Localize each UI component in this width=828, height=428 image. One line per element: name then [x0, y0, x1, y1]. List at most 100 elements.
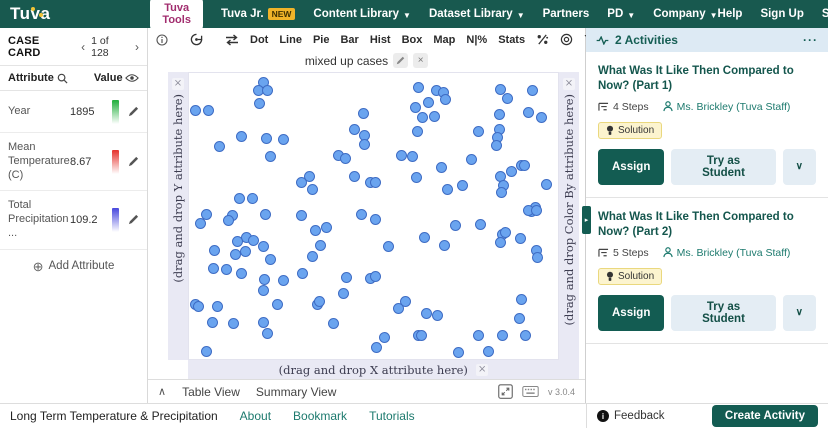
scatter-point[interactable] [349, 170, 361, 182]
scatter-point[interactable] [500, 226, 512, 238]
scatter-point[interactable] [378, 331, 390, 343]
author-link[interactable]: Ms. Brickley (Tuva Staff) [677, 101, 791, 113]
scatter-point[interactable] [307, 183, 319, 195]
scatter-point[interactable] [253, 97, 265, 109]
scatter-point[interactable] [227, 317, 239, 329]
scatter-point[interactable] [246, 192, 258, 204]
nav-item-content-library[interactable]: Content Library ▼ [313, 8, 411, 20]
nav-item-tuva-jr[interactable]: Tuva Jr. NEW [221, 8, 296, 20]
attribute-row-total-precipitation[interactable]: Total Precipitation ... 109.2 [0, 191, 147, 250]
scatter-point[interactable] [297, 268, 309, 280]
prev-case-button[interactable]: ‹ [81, 41, 85, 53]
stats-button[interactable]: Stats [498, 34, 525, 46]
scatter-point[interactable] [431, 309, 443, 321]
attribute-row-year[interactable]: Year 1895 [0, 91, 147, 133]
feedback-button[interactable]: i Feedback [597, 410, 665, 422]
scatter-point[interactable] [192, 300, 204, 312]
chart-type-hist[interactable]: Hist [370, 34, 391, 46]
scatter-point[interactable] [475, 218, 487, 230]
scatter-point[interactable] [515, 232, 527, 244]
scatter-point[interactable] [340, 152, 352, 164]
scatter-point[interactable] [358, 107, 370, 119]
scatter-point[interactable] [220, 263, 232, 275]
scatter-point[interactable] [264, 150, 276, 162]
target-circles-icon[interactable] [560, 33, 573, 46]
scatter-point[interactable] [527, 84, 539, 96]
scatter-point[interactable] [473, 329, 485, 341]
chart-type-line[interactable]: Line [279, 34, 302, 46]
scatter-point[interactable] [410, 171, 422, 183]
scatter-point[interactable] [296, 209, 308, 221]
scatter-point[interactable] [536, 111, 548, 123]
scatter-point[interactable] [233, 192, 245, 204]
color-by-drop-zone[interactable]: × (drag and drop Color By attribute here… [559, 72, 579, 360]
clear-title-close-icon[interactable]: × [413, 53, 429, 68]
scatter-point[interactable] [200, 345, 212, 357]
activity-title[interactable]: What Was It Like Then Compared to Now? (… [598, 64, 816, 94]
scatter-point[interactable] [495, 236, 507, 248]
scatter-point[interactable] [411, 125, 423, 137]
scatter-point[interactable] [491, 139, 503, 151]
scatter-point[interactable] [202, 104, 214, 116]
next-case-button[interactable]: › [135, 41, 139, 53]
chart-type-bar[interactable]: Bar [340, 34, 358, 46]
x-axis-drop-zone[interactable]: (drag and drop X attribute here) × [188, 360, 579, 379]
info-icon[interactable] [156, 33, 168, 46]
scatter-point[interactable] [207, 262, 219, 274]
tuva-tools-button[interactable]: Tuva Tools [150, 0, 203, 30]
scatter-point[interactable] [531, 204, 543, 216]
scatter-point[interactable] [259, 208, 271, 220]
edit-title-pencil-icon[interactable] [393, 53, 409, 68]
scatter-point[interactable] [206, 316, 218, 328]
keyboard-icon[interactable] [522, 386, 539, 397]
activities-menu-ellipsis-icon[interactable]: ··· [803, 33, 818, 47]
scatter-point[interactable] [231, 235, 243, 247]
author-link[interactable]: Ms. Brickley (Tuva Staff) [677, 247, 791, 259]
scatter-point[interactable] [532, 251, 544, 263]
sign-in-link[interactable]: Sign In [822, 8, 828, 20]
scatter-point[interactable] [321, 221, 333, 233]
scatter-point[interactable] [494, 108, 506, 120]
try-as-student-button[interactable]: Try as Student [671, 294, 776, 331]
scatter-point[interactable] [258, 273, 270, 285]
scatter-point[interactable] [208, 244, 220, 256]
scatter-point[interactable] [356, 208, 368, 220]
scatter-point[interactable] [452, 346, 464, 358]
scatter-point[interactable] [435, 161, 447, 173]
scatter-point[interactable] [213, 140, 225, 152]
scatter-point[interactable] [315, 239, 327, 251]
scatter-point[interactable] [260, 132, 272, 144]
nav-item-partners[interactable]: Partners [543, 8, 590, 20]
scatter-point[interactable] [307, 250, 319, 262]
add-attribute-button[interactable]: ⊕ Add Attribute [0, 250, 147, 283]
close-icon[interactable]: × [562, 78, 576, 90]
scatter-point[interactable] [369, 176, 381, 188]
try-as-student-button[interactable]: Try as Student [671, 148, 776, 185]
scatter-point[interactable] [382, 240, 394, 252]
panel-collapse-handle[interactable]: ▸ [582, 206, 591, 234]
scatter-point[interactable] [519, 159, 531, 171]
scatter-point[interactable] [466, 153, 478, 165]
chart-type-dot[interactable]: Dot [250, 34, 268, 46]
scatter-point[interactable] [271, 298, 283, 310]
activity-title[interactable]: What Was It Like Then Compared to Now? (… [598, 210, 816, 240]
scatter-point[interactable] [483, 345, 495, 357]
table-view-tab[interactable]: Table View [182, 385, 240, 399]
scatter-point[interactable] [473, 126, 485, 138]
shuffle-icon[interactable] [225, 33, 239, 46]
eye-icon[interactable] [125, 73, 139, 83]
scatter-point[interactable] [304, 170, 316, 182]
scatter-point[interactable] [369, 270, 381, 282]
assign-button[interactable]: Assign [598, 294, 665, 331]
history-icon[interactable] [190, 33, 203, 46]
close-icon[interactable]: × [475, 363, 489, 376]
edit-pencil-icon[interactable] [128, 156, 139, 167]
scatter-point[interactable] [395, 149, 407, 161]
scatter-point[interactable] [456, 179, 468, 191]
scatter-point[interactable] [194, 217, 206, 229]
scatter-point[interactable] [418, 231, 430, 243]
scatter-point[interactable] [341, 271, 353, 283]
scatter-point[interactable] [310, 224, 322, 236]
attribute-row-mean-temperature[interactable]: Mean Temperature (C) 8.67 [0, 133, 147, 192]
chart-type-map[interactable]: Map [433, 34, 455, 46]
